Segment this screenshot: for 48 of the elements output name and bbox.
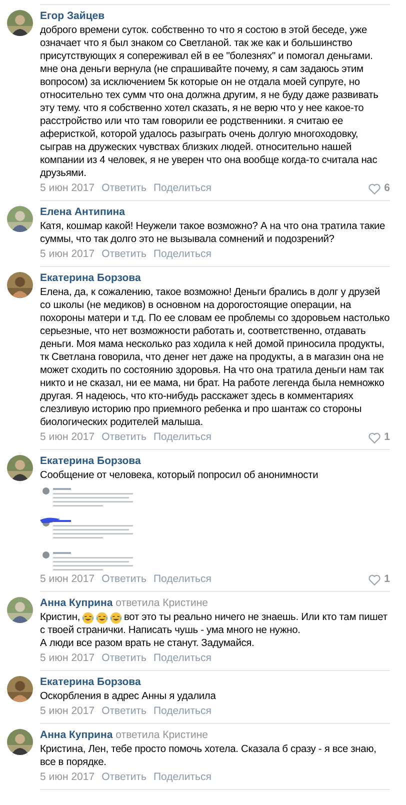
author-name[interactable]: Анна Куприна — [40, 597, 113, 609]
comment-text: Катя, кошмар какой! Неужели такое возможно? А на что она тратила такие суммы, что так долго это не вызывала сомнений и подозрений? — [40, 220, 386, 246]
laughing-face-icon — [82, 612, 94, 624]
share-link[interactable]: Поделиться — [153, 248, 212, 261]
author-name[interactable]: Анна Куприна — [40, 729, 113, 741]
comment-text: Оскорбления в адрес Анны я удалила — [40, 690, 217, 703]
share-link[interactable]: Поделиться — [153, 182, 212, 195]
comment-text: Елена, да, к сожалению, такое возможно! Деньги брались в долг у друзей со школы (не медиков) в основном на дорогостоящие операции, на похороны матери и т.д. По ее словам ее проблемы со здоровьем настолько серьезные, что нет возможности работать и, соответственно, отдавать деньги. Моя мама несколько раз ходила к ней домой приносила продукты, тк Светлана говорила, что денег нет даже на продукты, а в магазин она не может сходить по состоянию здоровья. На что она тратила деньги нам так никто и не сказал, ни ее мама, ни брат. На работе легенда была немножко другая. Я надеюсь, что кто-нибудь расскажет здесь в комментариях слезливую историю про приемного ребенка и про шантаж со стороны биологических родителей малыша. — [40, 286, 390, 429]
share-link[interactable]: Поделиться — [153, 652, 212, 665]
author-name[interactable]: Екатерина Борзова — [40, 272, 141, 284]
author-name[interactable]: Екатерина Борзова — [40, 676, 141, 688]
comment-date[interactable]: 5 июн 2017 — [40, 652, 95, 665]
reply-link[interactable]: Ответить — [102, 652, 146, 665]
author-name[interactable]: Екатерина Борзова — [40, 455, 141, 467]
reply-link[interactable]: Ответить — [102, 573, 146, 586]
laughing-face-icon — [110, 612, 122, 624]
like-button[interactable]: 1 — [368, 431, 390, 444]
share-link[interactable]: Поделиться — [153, 573, 212, 586]
laughing-face-icon — [96, 612, 108, 624]
reply-link[interactable]: Ответить — [102, 431, 146, 444]
reply-target: ответила Кристине — [116, 729, 208, 741]
comment-text: Кристина, Лен, тебе просто помочь хотела. Сказала б сразу - я все знаю, все в порядке. — [40, 743, 378, 769]
like-button[interactable]: 1 — [368, 573, 390, 586]
heart-icon — [368, 182, 382, 194]
reply-link[interactable]: Ответить — [102, 248, 146, 261]
reply-target: ответила Кристине — [116, 597, 208, 609]
reply-link[interactable]: Ответить — [102, 182, 146, 195]
comment-text: вот это ты реально ничего не знаешь. Или кто там пишет — [124, 611, 388, 624]
comment-date[interactable]: 5 июн 2017 — [40, 431, 95, 444]
author-name[interactable]: Егор Зайцев — [40, 10, 105, 22]
comment-date[interactable]: 5 июн 2017 — [40, 573, 95, 586]
comment-text: Кристин, — [40, 611, 80, 624]
author-name[interactable]: Елена Антипина — [40, 206, 125, 218]
comment-date[interactable]: 5 июн 2017 — [40, 248, 95, 261]
comment-text: Сообщение от человека, который попросил об анонимности — [40, 469, 320, 482]
comment-date[interactable]: 5 июн 2017 — [40, 705, 95, 718]
like-button[interactable]: 6 — [368, 182, 390, 195]
comment-date[interactable]: 5 июн 2017 — [40, 771, 95, 784]
reply-link[interactable]: Ответить — [102, 771, 146, 784]
comment-text: доброго времени суток. собственно то что я состою в этой беседе, уже означает что я был знаком со Светланой. так же как и большинство присутствующих я сопереживал ей в ее "болезнях" и помогал деньгами. мне она деньги вернула (не спрашивайте почему, я сам задаюсь этим вопросом) за исключением 5к которые он не отдала моей супруге, но относительно тех сумм что она должна другим, я не буду даже развивать эту тему. что я собственно хотел сказать, я не верю что у нее какое-то расстройство или что там говорили ее родственники. я считаю ее аферисткой, которой удалось разыграть очень долгую многоходовку, сыграв на дружеских чувствах близких людей. относительно нашей компании из 4 человек, я не уверен что она вообще когда-то считала нас друзьями. — [40, 24, 380, 180]
comment-date[interactable]: 5 июн 2017 — [40, 182, 95, 195]
share-link[interactable]: Поделиться — [153, 771, 212, 784]
share-link[interactable]: Поделиться — [153, 431, 212, 444]
reply-link[interactable]: Ответить — [102, 705, 146, 718]
share-link[interactable]: Поделиться — [153, 705, 212, 718]
heart-icon — [368, 432, 382, 444]
heart-icon — [368, 574, 382, 586]
comment-text: с твоей странички. Написать чушь - ума много не нужно. А люди все разом врать не станут. Задумайся. — [40, 624, 302, 650]
